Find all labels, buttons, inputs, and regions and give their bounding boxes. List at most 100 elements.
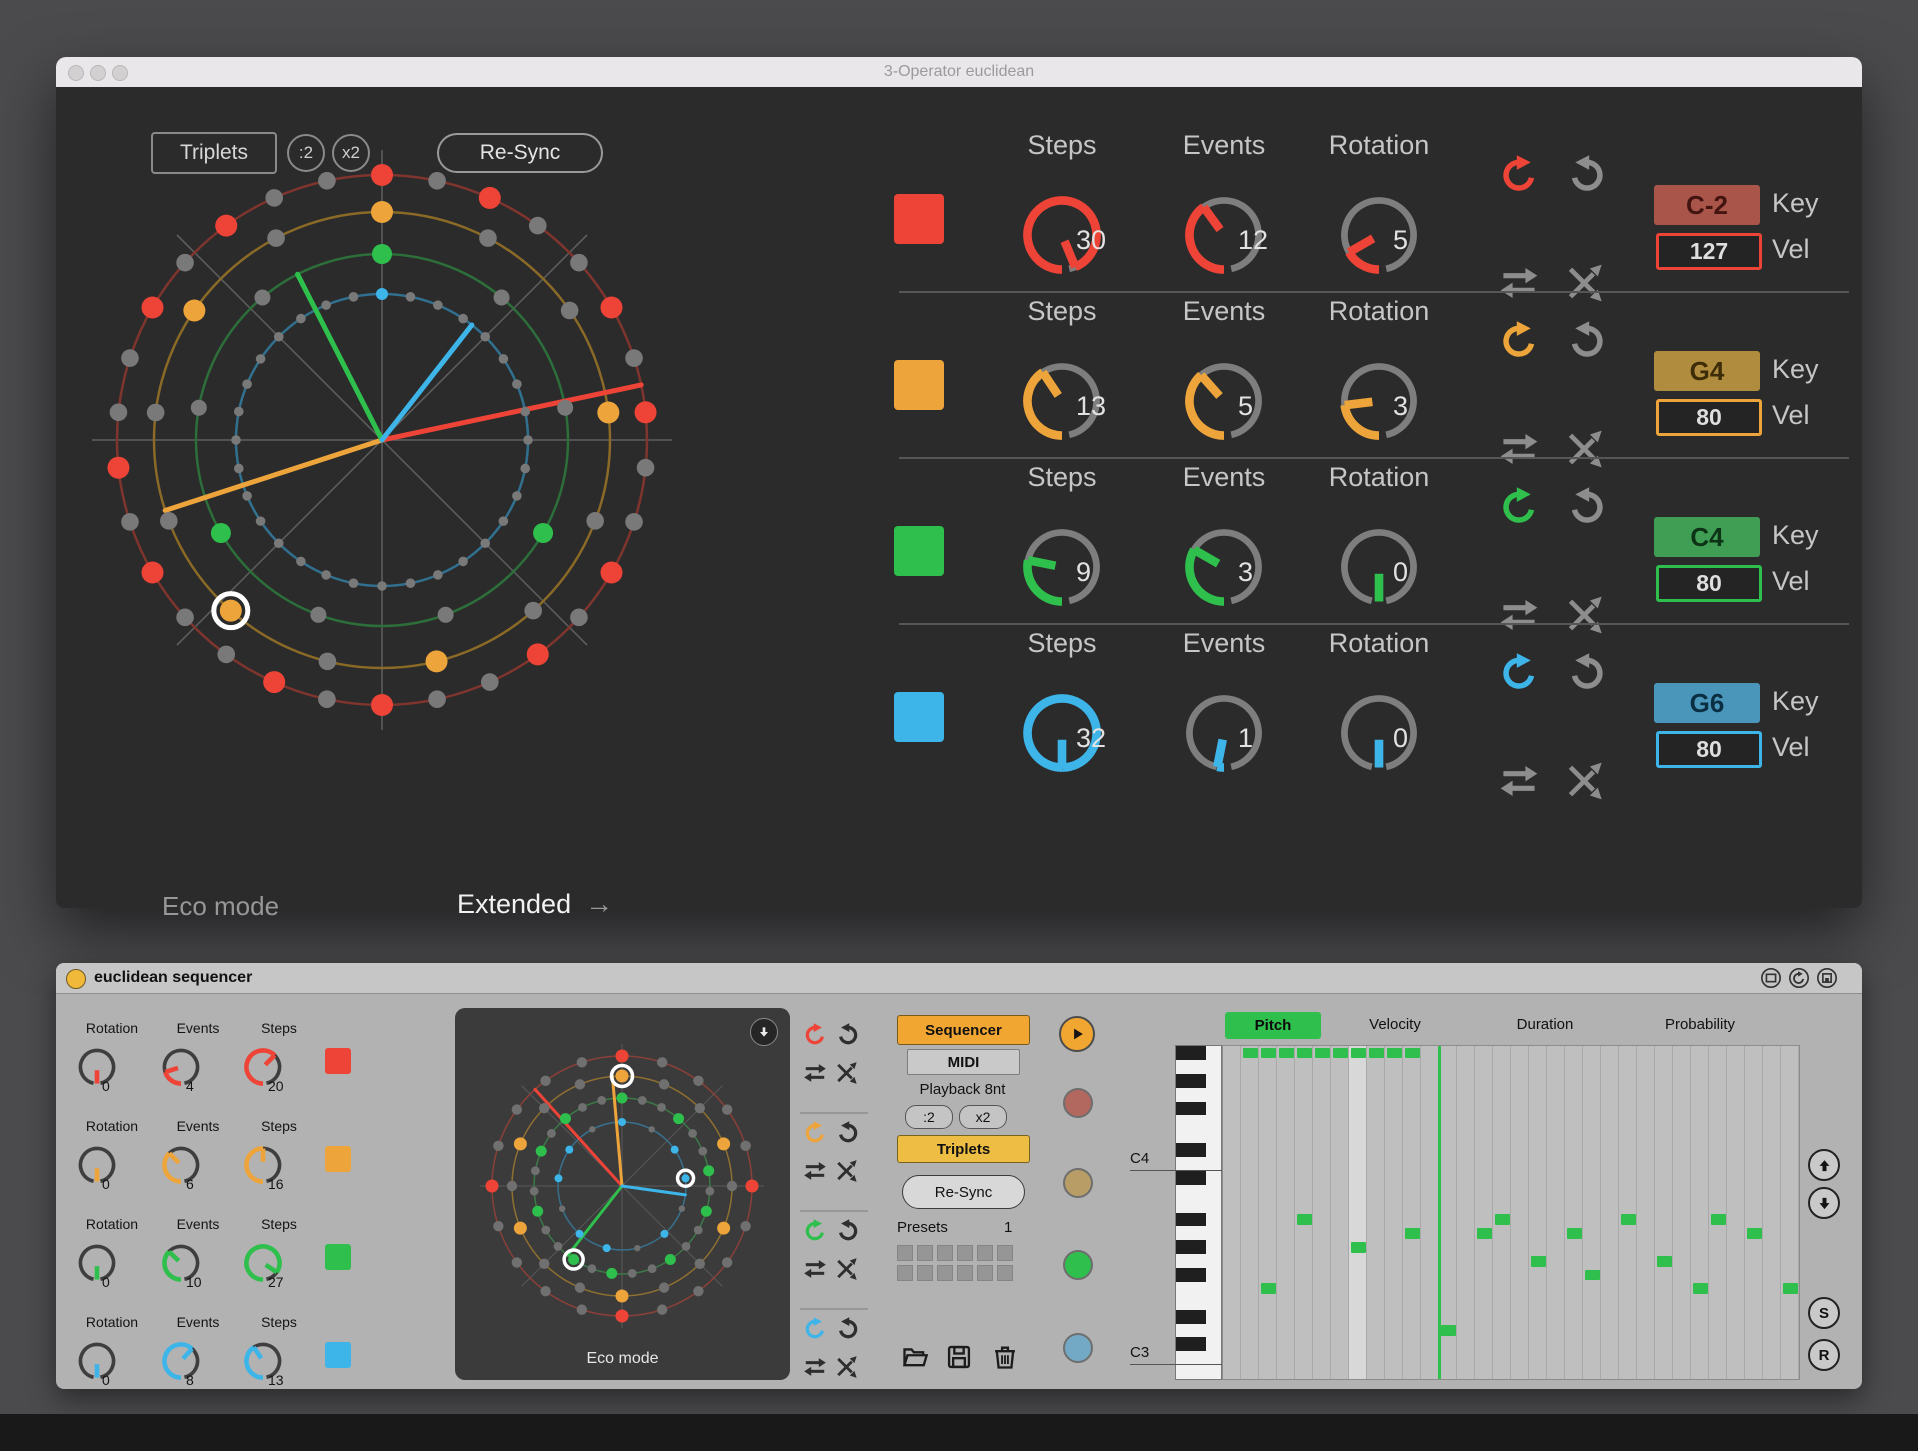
key-value-box[interactable]: C4 [1654, 517, 1760, 557]
vel-value-box[interactable]: 127 [1656, 233, 1762, 270]
grid-column[interactable] [1529, 1046, 1547, 1379]
track-color-swatch[interactable] [325, 1048, 351, 1074]
note-cell[interactable] [1333, 1048, 1348, 1059]
note-cell[interactable] [1261, 1283, 1276, 1294]
tab-pitch[interactable]: Pitch [1225, 1012, 1321, 1039]
note-cell[interactable] [1693, 1283, 1708, 1294]
grid-column[interactable] [1547, 1046, 1565, 1379]
shuffle-icon[interactable] [1565, 759, 1609, 803]
save-preset-icon[interactable] [945, 1343, 973, 1371]
resync-button[interactable]: Re-Sync [902, 1175, 1025, 1209]
swap-icon[interactable] [1497, 759, 1541, 803]
grid-column[interactable] [1691, 1046, 1709, 1379]
note-cell[interactable] [1351, 1048, 1366, 1059]
grid-column[interactable] [1241, 1046, 1259, 1379]
key-value-box[interactable]: G6 [1654, 683, 1760, 723]
shuffle-icon[interactable] [835, 1256, 861, 1282]
preset-slot[interactable] [977, 1265, 993, 1281]
note-cell[interactable] [1279, 1048, 1294, 1059]
rotate-cw-icon[interactable] [802, 1120, 828, 1146]
preset-slot[interactable] [937, 1265, 953, 1281]
rotate-ccw-icon[interactable] [1565, 319, 1609, 363]
rotate-cw-icon[interactable] [1497, 153, 1541, 197]
solo-button[interactable]: S [1808, 1297, 1840, 1329]
preset-slot[interactable] [997, 1265, 1013, 1281]
grid-column[interactable] [1349, 1046, 1367, 1379]
grid-column[interactable] [1673, 1046, 1691, 1379]
octave-up-button[interactable] [1808, 1149, 1840, 1181]
note-cell[interactable] [1405, 1048, 1420, 1059]
rotate-ccw-icon[interactable] [1565, 651, 1609, 695]
vel-value-box[interactable]: 80 [1656, 731, 1762, 768]
track-color-swatch[interactable] [894, 194, 944, 244]
delete-preset-icon[interactable] [991, 1343, 1019, 1371]
rotate-ccw-icon[interactable] [835, 1022, 861, 1048]
shuffle-icon[interactable] [835, 1354, 861, 1380]
preset-slot[interactable] [937, 1245, 953, 1261]
note-grid[interactable] [1222, 1045, 1800, 1380]
grid-column[interactable] [1385, 1046, 1403, 1379]
preset-slot[interactable] [957, 1245, 973, 1261]
octave-down-button[interactable] [1808, 1187, 1840, 1219]
grid-column[interactable] [1475, 1046, 1493, 1379]
note-cell[interactable] [1747, 1228, 1762, 1239]
note-cell[interactable] [1585, 1270, 1600, 1281]
rotate-ccw-icon[interactable] [835, 1120, 861, 1146]
grid-column[interactable] [1277, 1046, 1295, 1379]
grid-column[interactable] [1601, 1046, 1619, 1379]
map-mode-icon[interactable] [1760, 967, 1782, 989]
eco-mode-label[interactable]: Eco mode [455, 1350, 790, 1368]
rotate-ccw-icon[interactable] [1565, 153, 1609, 197]
track-color-swatch[interactable] [894, 526, 944, 576]
load-preset-icon[interactable] [901, 1343, 929, 1371]
grid-column[interactable] [1457, 1046, 1475, 1379]
rotate-cw-icon[interactable] [1497, 651, 1541, 695]
sequencer-mode-button[interactable]: Sequencer [897, 1015, 1030, 1045]
save-preset-icon[interactable] [1816, 967, 1838, 989]
grid-column[interactable] [1583, 1046, 1601, 1379]
track-2-led[interactable] [1063, 1168, 1093, 1198]
key-value-box[interactable]: G4 [1654, 351, 1760, 391]
note-cell[interactable] [1315, 1048, 1330, 1059]
grid-column[interactable] [1421, 1046, 1439, 1379]
grid-column[interactable] [1655, 1046, 1673, 1379]
rotate-ccw-icon[interactable] [1565, 485, 1609, 529]
rotate-cw-icon[interactable] [1497, 319, 1541, 363]
tab-velocity[interactable]: Velocity [1345, 1016, 1445, 1033]
note-cell[interactable] [1495, 1214, 1510, 1225]
track-color-swatch[interactable] [325, 1342, 351, 1368]
tab-duration[interactable]: Duration [1495, 1016, 1595, 1033]
vel-value-box[interactable]: 80 [1656, 565, 1762, 602]
note-cell[interactable] [1387, 1048, 1402, 1059]
note-cell[interactable] [1369, 1048, 1384, 1059]
grid-column[interactable] [1313, 1046, 1331, 1379]
note-cell[interactable] [1531, 1256, 1546, 1267]
note-cell[interactable] [1657, 1256, 1672, 1267]
device-titlebar[interactable]: euclidean sequencer [56, 963, 1862, 994]
note-cell[interactable] [1261, 1048, 1276, 1059]
track-color-swatch[interactable] [325, 1146, 351, 1172]
rotate-cw-icon[interactable] [802, 1316, 828, 1342]
multiply-2-button[interactable]: x2 [959, 1105, 1007, 1129]
rotate-cw-icon[interactable] [1497, 485, 1541, 529]
note-cell[interactable] [1297, 1048, 1312, 1059]
preset-number[interactable]: 1 [1004, 1219, 1012, 1236]
grid-column[interactable] [1223, 1046, 1241, 1379]
note-cell[interactable] [1711, 1214, 1726, 1225]
grid-column[interactable] [1511, 1046, 1529, 1379]
note-cell[interactable] [1351, 1242, 1366, 1253]
record-button[interactable]: R [1808, 1339, 1840, 1371]
preset-slot[interactable] [977, 1245, 993, 1261]
note-cell[interactable] [1783, 1283, 1798, 1294]
preset-slot[interactable] [997, 1245, 1013, 1261]
shuffle-icon[interactable] [835, 1060, 861, 1086]
track-color-swatch[interactable] [894, 360, 944, 410]
note-cell[interactable] [1441, 1325, 1456, 1336]
grid-column[interactable] [1259, 1046, 1277, 1379]
rotate-ccw-icon[interactable] [835, 1218, 861, 1244]
tab-probability[interactable]: Probability [1650, 1016, 1750, 1033]
note-cell[interactable] [1405, 1228, 1420, 1239]
preset-slot[interactable] [917, 1245, 933, 1261]
swap-icon[interactable] [802, 1354, 828, 1380]
grid-column[interactable] [1565, 1046, 1583, 1379]
